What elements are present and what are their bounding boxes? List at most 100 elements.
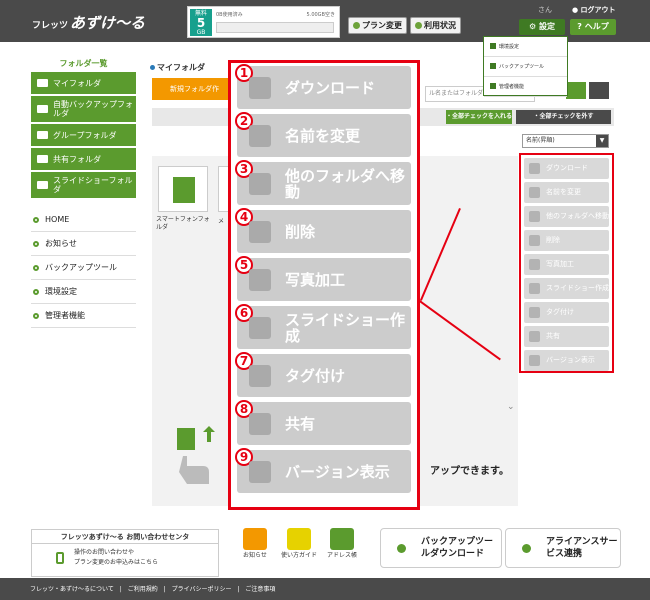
logout-link[interactable]: ● ログアウト (572, 5, 616, 15)
small-action-label: バージョン表示 (546, 356, 595, 364)
nav-label: バックアップツール (45, 263, 117, 272)
settings-button[interactable]: ⚙ 設定 (519, 19, 565, 35)
action-version[interactable]: 9 バージョン表示 (235, 448, 411, 493)
nav-label: お知らせ (45, 239, 77, 248)
contact-box[interactable]: フレッツあずけ〜る お問い合わせセンタ 操作のお問い合わせや プラン変更のお申込… (31, 529, 219, 577)
small-action-version[interactable]: バージョン表示 (524, 350, 609, 371)
small-action-share[interactable]: 共有 (524, 326, 609, 347)
usage-button[interactable]: 利用状況 (410, 17, 461, 34)
grid-view-icon[interactable] (566, 82, 586, 99)
footer-link-notes[interactable]: ご注意事項 (245, 586, 275, 593)
sort-select[interactable]: 名前(昇順) ▼ (522, 134, 609, 148)
nav-backup-tool[interactable]: バックアップツール (31, 256, 136, 280)
circle-icon (33, 265, 39, 271)
action-photo-edit[interactable]: 5 写真加工 (235, 256, 411, 301)
phone-icon (56, 552, 64, 564)
sidebar-item-auto-backup[interactable]: 自動バックアップフォルダ (31, 96, 136, 122)
sidebar-item-shared[interactable]: 共有フォルダ (31, 148, 136, 170)
contact-line: プラン変更のお申込みはこちら (74, 559, 159, 566)
small-action-slideshow[interactable]: スライドショー作成 (524, 278, 609, 299)
separator: | (119, 586, 122, 593)
small-action-photo-edit[interactable]: 写真加工 (524, 254, 609, 275)
pencil-icon (249, 125, 271, 147)
footer-link-about[interactable]: フレッツ・あずけ〜るについて (30, 586, 114, 593)
action-tag[interactable]: 7 タグ付け (235, 352, 411, 397)
separator: | (163, 586, 166, 593)
sidebar: フォルダ一覧 マイフォルダ 自動バックアップフォルダ グループフォルダ 共有フォ… (31, 55, 136, 328)
contact-line: 操作のお問い合わせや (74, 549, 135, 556)
footer-address-button[interactable]: アドレス帳 (323, 528, 361, 574)
footer-icon-label: お知らせ (243, 552, 267, 559)
storage-widget: 無料 5 GB 0B使用済み 5.00GB空き (187, 6, 340, 38)
action-move[interactable]: 3 他のフォルダへ移動 (235, 160, 411, 205)
sidebar-item-slideshow[interactable]: スライドショーフォルダ (31, 172, 136, 198)
action-label: 共有 (285, 414, 316, 433)
settings-dropdown: 環境設定 バックアップツール 管理者機能 (483, 36, 568, 97)
small-action-label: 他のフォルダへ移動 (546, 212, 609, 220)
wrench-icon (490, 63, 496, 69)
footer-news-button[interactable]: お知らせ (236, 528, 274, 574)
contact-text: 操作のお問い合わせや プラン変更のお申込みはこちら (74, 548, 158, 568)
help-icon: ? (577, 22, 582, 31)
small-action-download[interactable]: ダウンロード (524, 158, 609, 179)
nav-label: 環境設定 (45, 287, 77, 296)
move-folder-icon (249, 173, 271, 195)
action-label: 名前を変更 (285, 126, 361, 145)
sidebar-item-group[interactable]: グループフォルダ (31, 124, 136, 146)
backup-tool-download-button[interactable]: バックアップツールダウンロード (380, 528, 502, 568)
nav-settings[interactable]: 環境設定 (31, 280, 136, 304)
small-action-label: 名前を変更 (546, 188, 581, 196)
plan-badge: 無料 5 GB (190, 9, 212, 36)
nav-news[interactable]: お知らせ (31, 232, 136, 256)
footer-link-terms[interactable]: ご利用規約 (128, 586, 158, 593)
action-rename[interactable]: 2 名前を変更 (235, 112, 411, 157)
sidebar-item-label: スライドショーフォルダ (53, 176, 133, 194)
help-button[interactable]: ? ヘルプ (570, 19, 616, 35)
nav-home[interactable]: HOME (31, 208, 136, 232)
gear-icon: ⚙ (529, 22, 537, 31)
small-action-label: タグ付け (546, 308, 574, 316)
nav-label: HOME (45, 215, 70, 224)
logo[interactable]: フレッツ あずけ〜る (32, 12, 145, 33)
action-label: ダウンロード (285, 78, 376, 97)
check-all-button[interactable]: ・全部チェックを入れる (446, 110, 512, 124)
file-thumbnail[interactable] (158, 166, 208, 212)
move-folder-icon (529, 211, 540, 222)
small-action-tag[interactable]: タグ付け (524, 302, 609, 323)
dropdown-item-backup-tool[interactable]: バックアップツール (484, 57, 567, 77)
uncheck-all-button[interactable]: ・全部チェックを外す (516, 110, 611, 124)
tag-icon (249, 365, 271, 387)
film-icon (529, 283, 540, 294)
plan-change-button[interactable]: プラン変更 (348, 17, 407, 34)
footer-guide-button[interactable]: 使い方ガイド (280, 528, 318, 574)
sidebar-item-label: グループフォルダ (53, 130, 117, 140)
sidebar-item-my-folder[interactable]: マイフォルダ (31, 72, 136, 94)
footer-link-privacy[interactable]: プライバシーポリシー (172, 586, 232, 593)
small-action-label: 削除 (546, 236, 560, 244)
alliance-service-button[interactable]: アライアンスサービス連携 (505, 528, 621, 568)
sidebar-item-label: 共有フォルダ (53, 154, 101, 164)
chevron-down-icon: ▼ (596, 135, 608, 147)
nav-label: 管理者機能 (45, 311, 85, 320)
small-action-delete[interactable]: 削除 (524, 230, 609, 251)
action-share[interactable]: 8 共有 (235, 400, 411, 445)
list-view-icon[interactable] (589, 82, 609, 99)
small-action-label: 写真加工 (546, 260, 574, 268)
action-download[interactable]: 1 ダウンロード (235, 64, 411, 109)
breadcrumb: マイフォルダ (150, 62, 205, 73)
key-icon (490, 43, 496, 49)
action-delete[interactable]: 4 削除 (235, 208, 411, 253)
small-action-move[interactable]: 他のフォルダへ移動 (524, 206, 609, 227)
chevron-down-icon[interactable]: ⌄ (507, 402, 515, 412)
upload-hint: アップできます。 (430, 466, 509, 477)
small-action-rename[interactable]: 名前を変更 (524, 182, 609, 203)
user-icon (490, 83, 496, 89)
circle-icon (33, 217, 39, 223)
dropdown-item-environment[interactable]: 環境設定 (484, 37, 567, 57)
action-slideshow[interactable]: 6 スライドショー作成 (235, 304, 411, 349)
phone-folder-icon (173, 177, 195, 203)
circle-icon (415, 22, 422, 29)
dropdown-item-admin[interactable]: 管理者機能 (484, 77, 567, 97)
new-folder-button[interactable]: 新規フォルダ作 (152, 78, 232, 100)
nav-admin[interactable]: 管理者機能 (31, 304, 136, 328)
